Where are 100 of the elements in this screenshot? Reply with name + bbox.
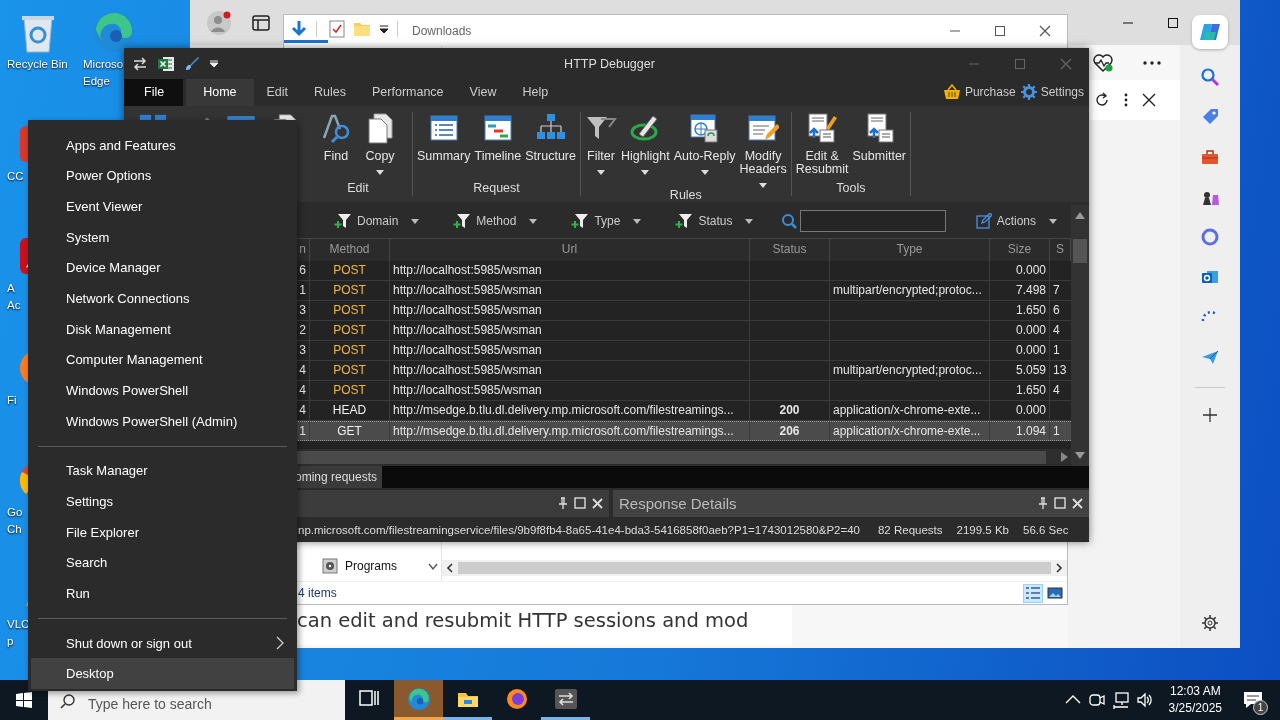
caret-icon[interactable] [379,24,389,34]
ribbon-tab[interactable]: Rules [301,79,359,106]
ribbon-tab[interactable]: Performance [359,79,457,106]
camera-icon[interactable] [1087,691,1106,709]
file-menu-tab[interactable]: File [124,79,184,106]
menu-item[interactable]: Apps and Features [31,130,294,161]
windows-logo-icon [16,692,32,708]
ribbon-tab[interactable]: Edit [253,79,302,106]
actions-dropdown[interactable]: Actions [975,213,1057,230]
globe-window-icon [688,111,721,144]
ribbon-tab[interactable]: View [456,79,510,106]
toolbox-icon[interactable] [1200,147,1220,167]
scroll-down-icon[interactable] [428,563,438,571]
table-cell: POST [310,280,390,300]
icon-label: Fi [6,393,17,408]
ribbon-tab[interactable]: Home [186,79,254,106]
table-cell: 5.059 [990,360,1050,380]
close-icon[interactable] [1142,93,1156,107]
table-cell: POST [310,380,390,400]
ribbon-button[interactable]: Edit & Resubmit [793,111,851,176]
settings-icon[interactable] [1201,614,1219,632]
funnel-plus-icon [334,213,352,230]
search-field[interactable] [800,210,947,233]
column-header[interactable]: Type [830,238,990,261]
menu-item[interactable]: Search [31,547,294,579]
health-icon[interactable] [1092,52,1114,73]
maximize-icon[interactable] [574,497,586,510]
download-arrow-icon[interactable] [290,20,308,38]
ribbon-tab[interactable]: Help [509,79,562,106]
clock-time[interactable]: 12:03 AM [1169,683,1221,700]
window-title: HTTP Debugger [564,56,655,71]
volume-icon[interactable] [1135,691,1154,709]
toolbar-link[interactable]: Settings [1020,79,1084,106]
column-header[interactable]: Method [310,238,390,261]
ribbon-button[interactable]: Highlight [619,111,672,175]
tab-actions-icon[interactable] [252,14,270,31]
status-text: np.microsoft.com/filestreamingservice/files/9b9f8fb4-8a65-41e4-bda3-5416858f0aeb?P1=1743012580&P2=40 [298,524,860,537]
maximize-icon[interactable] [1054,497,1066,510]
plus-icon[interactable] [1203,408,1217,422]
spreadsheet-icon[interactable] [157,55,175,72]
ribbon-button[interactable]: Structure [523,111,578,163]
table-cell: http://localhost:5985/wsman [390,260,750,280]
profile-icon[interactable] [206,9,232,36]
toolbar-link[interactable]: Purchase [942,79,1016,106]
ribbon-button[interactable]: Summary [415,111,473,163]
status-text: 56.6 Sec [1023,524,1069,537]
scrollbar-thumb[interactable] [1073,238,1087,263]
ribbon-button[interactable]: Find [318,111,354,163]
icon-label: A Ac [6,281,21,313]
network-icon[interactable] [1111,691,1130,709]
checklist-icon[interactable] [329,20,345,38]
menu-item[interactable]: File Explorer [31,516,294,548]
pin-icon[interactable] [558,497,568,510]
column-header[interactable]: Status [750,238,830,261]
funnel-plus-icon [571,213,590,230]
ribbon-button[interactable]: Auto-Reply [671,111,738,175]
menu-item[interactable]: Shut down or sign out [31,627,294,659]
refresh-icon[interactable] [1094,92,1110,108]
notifications-button[interactable]: 1 [1238,685,1268,715]
table-cell: 200 [750,400,830,420]
table-cell-text: 7 [1052,281,1061,299]
ribbon-button[interactable]: Filter [583,111,619,175]
page-text: can edit and resubmit HTTP sessions and mod [297,604,792,645]
menu-item[interactable]: Desktop [31,658,294,690]
table-cell-text: 1 [1052,422,1061,440]
column-header[interactable]: Url [390,238,750,261]
ribbon-button[interactable]: Copy [362,111,398,175]
ribbon-button[interactable]: Timeline [472,111,524,163]
nav-item[interactable]: Programs [322,554,441,577]
menu-item[interactable]: Settings [31,486,294,517]
assistant-button[interactable] [1192,15,1228,49]
column-header[interactable]: Size [990,238,1050,261]
search-icon[interactable] [1200,67,1220,87]
menu-item[interactable]: Event Viewer [31,191,294,222]
scroll-down-icon[interactable] [1075,451,1085,460]
clock-date[interactable]: 3/25/2025 [1168,700,1222,717]
ribbon-button[interactable]: Modify Headers [737,111,789,188]
menu-item[interactable]: Power Options [31,160,294,192]
scrollbar-thumb[interactable] [458,562,1051,574]
ribbon-button[interactable]: Submitter [850,111,908,163]
more-icon[interactable] [1142,59,1162,66]
kebab-icon[interactable] [1124,93,1128,107]
pin-icon[interactable] [1038,497,1048,510]
caret-icon [759,182,768,188]
scroll-up-icon[interactable] [1075,210,1085,219]
table-cell: 206 [750,421,830,440]
filter-dropdown[interactable]: Type [571,213,642,230]
table-cell: 0.000 [990,260,1050,280]
menu-item[interactable]: Run [31,578,294,609]
filter-dropdown[interactable]: Method [453,213,538,230]
filter-dropdown[interactable]: Status [675,213,754,230]
view-button[interactable] [1023,583,1043,603]
table-cell: HEAD [310,400,390,420]
filter-dropdown[interactable]: Domain [334,213,420,230]
arrows-icon[interactable] [132,56,148,71]
menu-item[interactable]: System [31,221,294,253]
table-cell: multipart/encrypted;protoc... [830,280,990,300]
brush-icon[interactable] [184,55,200,72]
item-count: 4 items [298,586,337,600]
circle-icon[interactable] [1200,227,1220,247]
